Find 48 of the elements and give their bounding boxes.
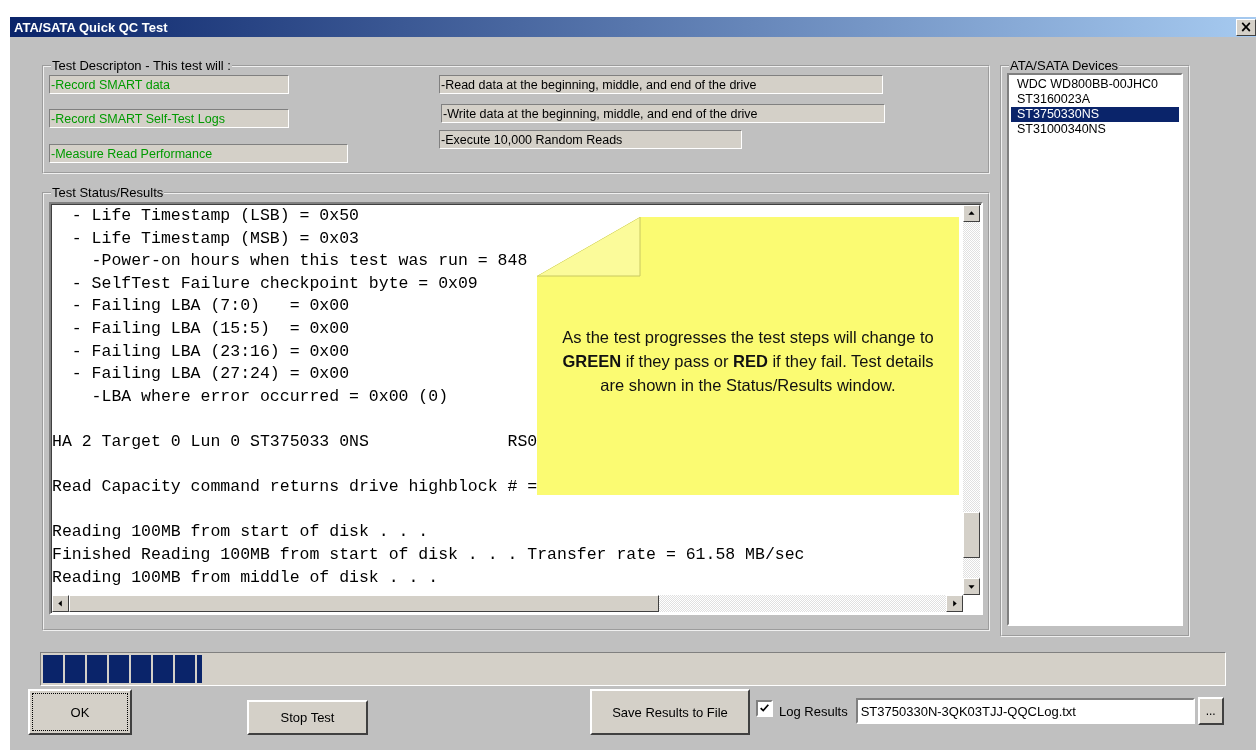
browse-button[interactable]: ...	[1197, 697, 1224, 725]
scroll-thumb[interactable]	[69, 595, 659, 612]
scroll-right-icon[interactable]	[946, 595, 963, 612]
folded-corner-icon	[537, 217, 641, 277]
stop-test-button[interactable]: Stop Test	[247, 700, 368, 735]
log-results-checkbox[interactable]	[756, 700, 773, 717]
log-line: - Failing LBA (15:5) = 0x00	[70, 317, 350, 340]
scroll-thumb[interactable]	[963, 512, 980, 558]
log-line: - Failing LBA (27:24) = 0x00	[70, 363, 350, 386]
ok-button[interactable]: OK	[28, 689, 132, 735]
log-line: Reading 100MB from start of disk . . .	[52, 521, 429, 544]
vertical-scrollbar[interactable]	[963, 205, 980, 595]
test-step: -Read data at the beginning, middle, and end of the drive	[439, 75, 883, 94]
horizontal-scrollbar[interactable]	[52, 595, 963, 612]
log-line: - Failing LBA (7:0) = 0x00	[70, 295, 350, 318]
group-title: ATA/SATA Devices	[1009, 58, 1120, 73]
device-item[interactable]: WDC WD800BB-00JHC0	[1011, 77, 1179, 92]
log-line: - Life Timestamp (MSB) = 0x03	[70, 227, 359, 250]
log-line: Read Capacity command returns drive highblock # =	[52, 476, 538, 499]
log-line: HA 2 Target 0 Lun 0 ST375033 0NS RS0	[52, 430, 538, 453]
log-line: - Life Timestamp (LSB) = 0x50	[70, 205, 359, 227]
group-title: Test Status/Results	[51, 185, 165, 200]
close-button[interactable]: ×	[1236, 18, 1256, 36]
checkbox-label[interactable]: Log Results	[779, 704, 848, 719]
test-step: -Write data at the beginning, middle, and end of the drive	[441, 104, 885, 123]
scroll-up-icon[interactable]	[963, 205, 980, 222]
callout-text: As the test progresses the test steps will change to GREEN if they pass or RED if they fail. Test details are shown in the Status/Results window.	[561, 327, 935, 396]
test-step: -Record SMART data	[49, 75, 289, 94]
device-list[interactable]: WDC WD800BB-00JHC0 ST3160023A ST3750330NS ST31000340NS	[1007, 73, 1183, 626]
test-step: -Execute 10,000 Random Reads	[439, 130, 742, 149]
log-line: -Power-on hours when this test was run = 848	[90, 250, 528, 273]
device-item[interactable]: ST3160023A	[1011, 92, 1179, 107]
group-title: Test Descripton - This test will :	[51, 58, 232, 73]
scroll-down-icon[interactable]	[963, 578, 980, 595]
test-step: -Measure Read Performance	[49, 144, 348, 163]
device-item[interactable]: ST31000340NS	[1011, 122, 1179, 137]
scroll-left-icon[interactable]	[52, 595, 69, 612]
device-item[interactable]: ST3750330NS	[1011, 107, 1179, 122]
log-line: - Failing LBA (23:16) = 0x00	[70, 340, 350, 363]
log-line: -LBA where error occurred = 0x00 (0)	[90, 385, 449, 408]
checkmark-icon	[759, 703, 770, 714]
save-results-button[interactable]: Save Results to File	[590, 689, 750, 735]
log-line: - SelfTest Failure checkpoint byte = 0x09	[70, 272, 478, 295]
window-title: ATA/SATA Quick QC Test	[13, 19, 168, 35]
log-line: Finished Reading 100MB from start of disk . . . Transfer rate = 61.58 MB/sec	[52, 543, 805, 566]
test-step: -Record SMART Self-Test Logs	[49, 109, 289, 128]
log-line: Reading 100MB from middle of disk . . .	[52, 566, 439, 589]
log-file-field[interactable]: ST3750330N-3QK03TJJ-QQCLog.txt	[855, 698, 1195, 724]
